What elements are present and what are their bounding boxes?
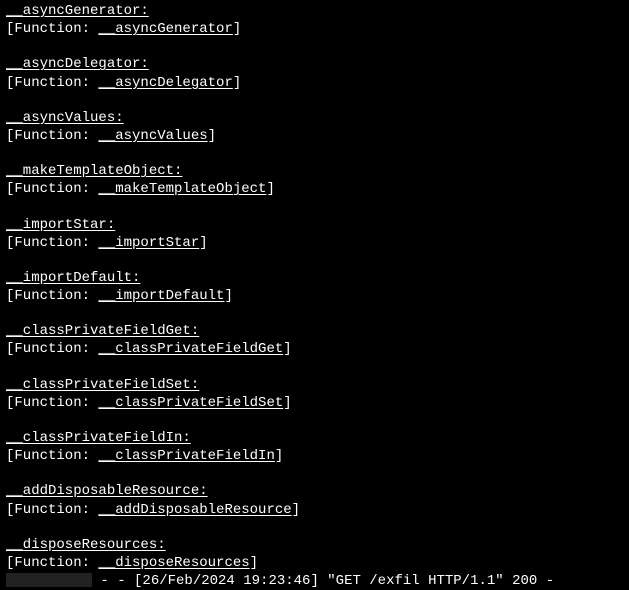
fn-name: __asyncValues — [98, 127, 207, 145]
fn-prefix: [Function: — [6, 501, 98, 519]
object-entry: __disposeResources:[Function: __disposeR… — [6, 536, 623, 572]
fn-prefix: [Function: — [6, 180, 98, 198]
http-log-line: - - [26/Feb/2024 19:23:46] "GET /exfil H… — [6, 572, 623, 590]
fn-suffix: ] — [199, 234, 207, 252]
fn-name: __disposeResources — [98, 554, 249, 572]
log-sep: - - — [92, 573, 134, 589]
object-entry: __asyncDelegator: [Function: __asyncDeleg… — [6, 55, 623, 91]
fn-suffix: ] — [224, 287, 232, 305]
fn-prefix: [Function: — [6, 394, 98, 412]
fn-suffix: ] — [233, 20, 241, 38]
log-timestamp: [26/Feb/2024 19:23:46] — [134, 573, 319, 589]
entry-function-line: [Function: __importStar] — [6, 234, 623, 252]
fn-prefix: [Function: — [6, 340, 98, 358]
fn-prefix: [Function: — [6, 127, 98, 145]
entry-key: __importDefault: — [6, 270, 140, 286]
entry-function-line: [Function: __asyncGenerator] — [6, 20, 623, 38]
object-entry: __makeTemplateObject:[Function: __makeTe… — [6, 162, 623, 198]
fn-prefix: [Function: — [6, 74, 98, 92]
log-request: "GET /exfil HTTP/1.1" 200 - — [319, 573, 554, 589]
object-entry: __importDefault:[Function: __importDefau… — [6, 269, 623, 305]
fn-suffix: ] — [250, 554, 258, 572]
fn-name: __makeTemplateObject — [98, 180, 266, 198]
entry-function-line: [Function: __addDisposableResource] — [6, 501, 623, 519]
fn-suffix: ] — [233, 74, 241, 92]
object-entry: __importStar:[Function: __importStar] — [6, 216, 623, 252]
fn-prefix: [Function: — [6, 287, 98, 305]
entry-key: __asyncGenerator: — [6, 3, 149, 19]
fn-prefix: [Function: — [6, 554, 98, 572]
entry-function-line: [Function: __asyncDelegator] — [6, 74, 623, 92]
entry-key: __asyncValues: — [6, 110, 124, 126]
entry-function-line: [Function: __classPrivateFieldSet] — [6, 394, 623, 412]
entry-key: __asyncDelegator: — [6, 56, 149, 72]
fn-name: __addDisposableResource — [98, 501, 291, 519]
fn-suffix: ] — [283, 340, 291, 358]
entry-key: __makeTemplateObject: — [6, 163, 182, 179]
fn-suffix: ] — [266, 180, 274, 198]
fn-suffix: ] — [283, 394, 291, 412]
fn-suffix: ] — [208, 127, 216, 145]
entry-key: __importStar: — [6, 217, 115, 233]
fn-suffix: ] — [292, 501, 300, 519]
fn-name: __classPrivateFieldSet — [98, 394, 283, 412]
entry-key: __classPrivateFieldSet: — [6, 377, 199, 393]
entry-key: __classPrivateFieldIn: — [6, 430, 191, 446]
entry-function-line: [Function: __classPrivateFieldIn] — [6, 447, 623, 465]
entry-key: __classPrivateFieldGet: — [6, 323, 199, 339]
entry-key: __addDisposableResource: — [6, 483, 208, 499]
fn-name: __asyncDelegator — [98, 74, 232, 92]
fn-name: __classPrivateFieldIn — [98, 447, 274, 465]
entry-function-line: [Function: __asyncValues] — [6, 127, 623, 145]
object-entry: __classPrivateFieldGet:[Function: __clas… — [6, 322, 623, 358]
entry-key: __disposeResources: — [6, 537, 166, 553]
object-entry: __classPrivateFieldIn:[Function: __class… — [6, 429, 623, 465]
fn-name: __importDefault — [98, 287, 224, 305]
entry-function-line: [Function: __importDefault] — [6, 287, 623, 305]
fn-name: __asyncGenerator — [98, 20, 232, 38]
object-entry: __asyncGenerator:[Function: __asyncGener… — [6, 2, 623, 38]
fn-name: __classPrivateFieldGet — [98, 340, 283, 358]
entry-function-line: [Function: __makeTemplateObject] — [6, 180, 623, 198]
object-entry: __classPrivateFieldSet:[Function: __clas… — [6, 376, 623, 412]
fn-prefix: [Function: — [6, 234, 98, 252]
object-entry: __asyncValues:[Function: __asyncValues] — [6, 109, 623, 145]
fn-suffix: ] — [275, 447, 283, 465]
redacted-ip — [6, 573, 92, 587]
object-entry: __addDisposableResource: [Function: __add… — [6, 482, 623, 518]
entry-function-line: [Function: __classPrivateFieldGet] — [6, 340, 623, 358]
entry-function-line: [Function: __disposeResources] — [6, 554, 623, 572]
fn-prefix: [Function: — [6, 20, 98, 38]
fn-name: __importStar — [98, 234, 199, 252]
fn-prefix: [Function: — [6, 447, 98, 465]
